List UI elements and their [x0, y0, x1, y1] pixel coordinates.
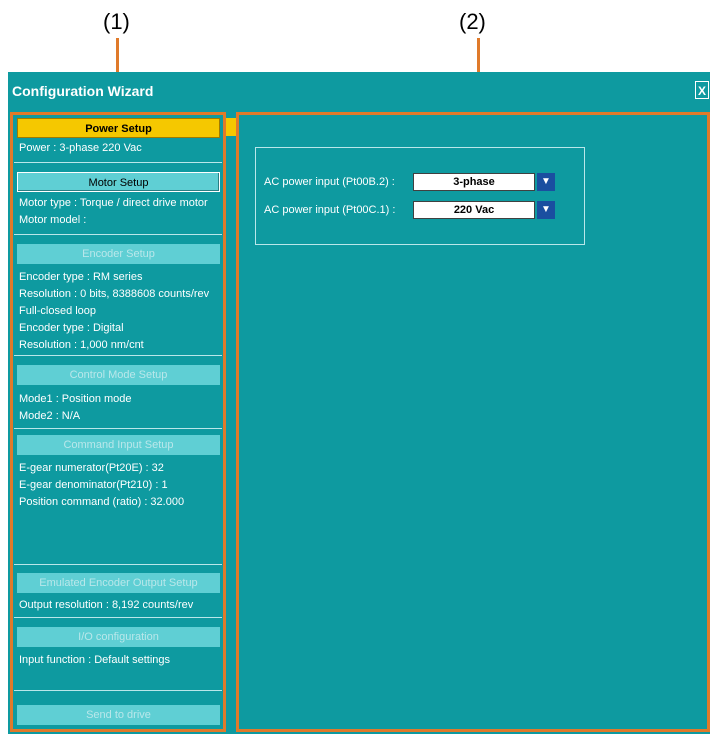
command-input-setup-button[interactable]: Command Input Setup [17, 435, 220, 455]
ac-power-phase-select[interactable]: 3-phase ▼ [413, 173, 555, 191]
chevron-down-icon[interactable]: ▼ [537, 173, 555, 191]
info-line: Motor model : [19, 214, 87, 226]
info-line: Output resolution : 8,192 counts/rev [19, 599, 194, 611]
info-line: Resolution : 0 bits, 8388608 counts/rev [19, 288, 210, 300]
title-bar: Configuration Wizard X [8, 72, 710, 110]
callout-1: (1) [103, 9, 130, 34]
close-button[interactable]: X [695, 81, 709, 99]
info-line: Encoder type : Digital [19, 322, 124, 334]
divider [14, 564, 222, 565]
divider [14, 234, 222, 235]
active-step-indicator [226, 118, 236, 136]
info-line: Resolution : 1,000 nm/cnt [19, 339, 144, 351]
settings-panel: AC power input (Pt00B.2) : 3-phase ▼ AC … [236, 112, 710, 732]
info-line: E-gear denominator(Pt210) : 1 [19, 479, 168, 491]
motor-info: Motor type : Torque / direct drive motor… [19, 195, 208, 229]
power-settings-group: AC power input (Pt00B.2) : 3-phase ▼ AC … [255, 147, 585, 245]
ac-power-voltage-value[interactable]: 220 Vac [413, 201, 535, 219]
command-info: E-gear numerator(Pt20E) : 32 E-gear deno… [19, 460, 184, 511]
ac-power-phase-label: AC power input (Pt00B.2) : [264, 176, 395, 188]
divider [14, 428, 222, 429]
power-setup-button[interactable]: Power Setup [17, 118, 220, 138]
info-line: E-gear numerator(Pt20E) : 32 [19, 462, 164, 474]
emulated-encoder-output-setup-button[interactable]: Emulated Encoder Output Setup [17, 573, 220, 593]
info-line: Encoder type : RM series [19, 271, 143, 283]
emulated-info: Output resolution : 8,192 counts/rev [19, 597, 193, 614]
io-info: Input function : Default settings [19, 652, 170, 669]
power-info: Power : 3-phase 220 Vac [19, 140, 142, 157]
wizard-steps-panel: Power Setup Power : 3-phase 220 Vac Moto… [10, 112, 226, 732]
info-line: Input function : Default settings [19, 654, 171, 666]
info-line: Full-closed loop [19, 305, 97, 317]
configuration-wizard-window: Configuration Wizard X Power Setup Power… [8, 72, 710, 734]
info-line: Motor type : Torque / direct drive motor [19, 197, 208, 209]
callout-2: (2) [459, 9, 486, 34]
chevron-down-icon[interactable]: ▼ [537, 201, 555, 219]
encoder-info: Encoder type : RM series Resolution : 0 … [19, 269, 209, 354]
window-title: Configuration Wizard [12, 83, 154, 99]
ac-power-voltage-select[interactable]: 220 Vac ▼ [413, 201, 555, 219]
divider [14, 355, 222, 356]
encoder-setup-button[interactable]: Encoder Setup [17, 244, 220, 264]
control-info: Mode1 : Position mode Mode2 : N/A [19, 391, 132, 425]
control-mode-setup-button[interactable]: Control Mode Setup [17, 365, 220, 385]
divider [14, 162, 222, 163]
info-line: Mode1 : Position mode [19, 393, 132, 405]
ac-power-voltage-label: AC power input (Pt00C.1) : [264, 204, 396, 216]
divider [14, 617, 222, 618]
send-to-drive-button[interactable]: Send to drive [17, 705, 220, 725]
ac-power-phase-value[interactable]: 3-phase [413, 173, 535, 191]
info-line: Position command (ratio) : 32.000 [19, 496, 185, 508]
info-line: Power : 3-phase 220 Vac [19, 142, 142, 154]
io-configuration-button[interactable]: I/O configuration [17, 627, 220, 647]
info-line: Mode2 : N/A [19, 410, 81, 422]
divider [14, 690, 222, 691]
motor-setup-button[interactable]: Motor Setup [17, 172, 220, 192]
